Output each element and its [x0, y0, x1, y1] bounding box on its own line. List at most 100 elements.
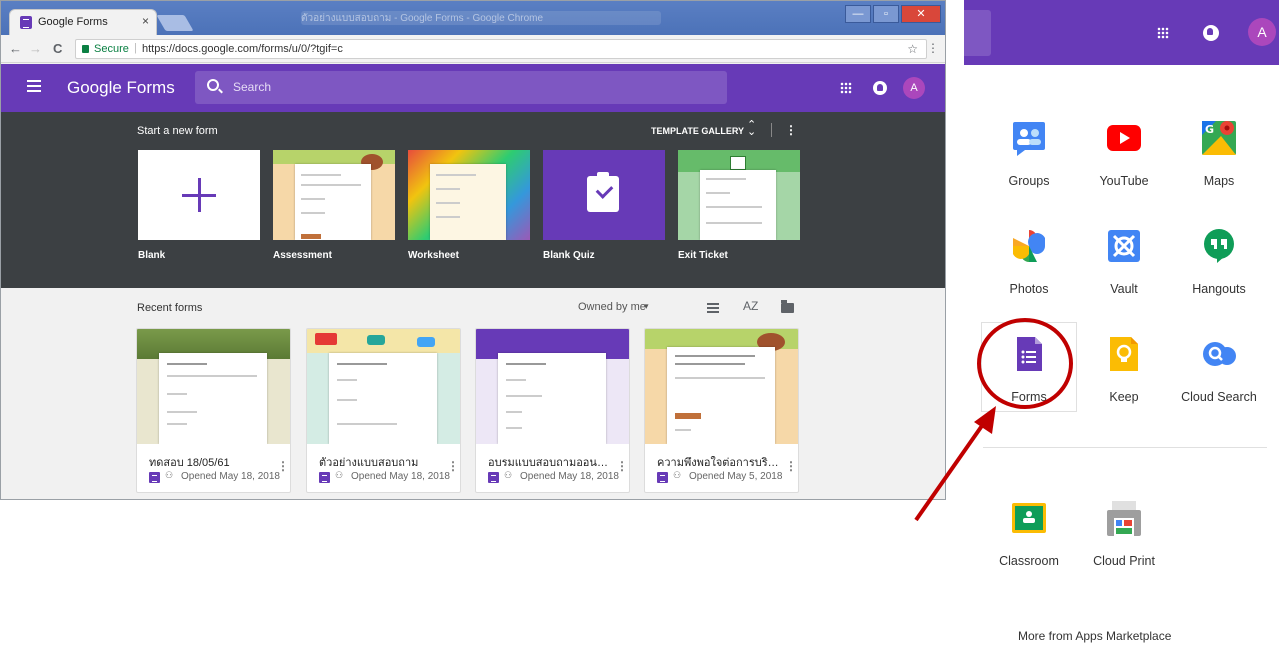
list-view-icon[interactable] — [707, 303, 719, 313]
form-title: อบรมแบบสอบถามออนไลน์ ... — [488, 457, 613, 469]
bookmark-star-icon[interactable]: ☆ — [907, 42, 918, 56]
app-label: Hangouts — [1192, 282, 1246, 296]
template-blank[interactable] — [138, 150, 260, 240]
shared-people-icon: ⚇ — [504, 470, 513, 480]
app-youtube[interactable]: YouTube — [1079, 120, 1169, 192]
app-label: Keep — [1109, 390, 1139, 404]
template-gallery-button[interactable]: TEMPLATE GALLERY — [651, 126, 744, 136]
app-label: Classroom — [999, 554, 1059, 568]
template-name: Worksheet — [408, 250, 459, 261]
panel-divider — [983, 447, 1267, 448]
app-photos[interactable]: Photos — [984, 228, 1074, 300]
template-blank-quiz[interactable] — [543, 150, 665, 240]
app-label: Maps — [1203, 174, 1235, 188]
browser-tab[interactable]: Google Forms × — [9, 9, 157, 35]
sort-az-icon[interactable]: AZ — [743, 299, 758, 313]
start-new-form-label: Start a new form — [137, 125, 218, 137]
cloud-search-icon — [1203, 342, 1236, 366]
search-icon — [207, 79, 219, 91]
url-text: https://docs.google.com/forms/u/0/?tgif=… — [142, 43, 343, 55]
template-exit-ticket[interactable] — [678, 150, 800, 240]
form-opened-date: Opened May 18, 2018 — [520, 471, 619, 482]
tab-title: Google Forms — [38, 16, 108, 28]
apps-grid-icon[interactable] — [1157, 27, 1169, 39]
shared-people-icon: ⚇ — [335, 470, 344, 480]
main-menu-icon[interactable] — [27, 80, 41, 92]
app-cloud-search[interactable]: Cloud Search — [1174, 336, 1264, 408]
notifications-icon[interactable] — [1203, 25, 1219, 41]
dropdown-caret-icon[interactable]: ▾ — [644, 301, 649, 312]
search-placeholder: Search — [233, 80, 272, 94]
annotation-arrow — [914, 406, 996, 522]
card-more-icon[interactable]: ⋮ — [616, 459, 628, 473]
groups-icon — [1013, 122, 1045, 156]
card-more-icon[interactable]: ⋮ — [277, 459, 289, 473]
browser-menu-icon[interactable]: ⋮ — [927, 41, 939, 55]
app-label: YouTube — [1099, 174, 1149, 188]
url-field[interactable]: Secure | https://docs.google.com/forms/u… — [75, 39, 927, 59]
keep-icon — [1110, 337, 1138, 371]
youtube-icon — [1107, 125, 1141, 151]
template-assessment[interactable] — [273, 150, 395, 240]
photos-icon — [1013, 230, 1045, 262]
card-more-icon[interactable]: ⋮ — [785, 459, 797, 473]
folder-icon[interactable] — [781, 300, 794, 313]
form-card[interactable]: ตัวอย่างแบบสอบถาม ⚇ Opened May 18, 2018 … — [306, 328, 461, 493]
more-apps-link[interactable]: More from Apps Marketplace — [1018, 629, 1171, 643]
app-title: Google Forms — [67, 78, 175, 97]
back-arrow-icon[interactable]: ← — [9, 41, 22, 56]
template-name: Blank — [138, 250, 166, 261]
classroom-icon — [1012, 503, 1046, 533]
expand-chevron-icon[interactable]: ⌃ ⌄ — [747, 120, 756, 138]
search-input[interactable]: Search — [195, 71, 727, 104]
app-vault[interactable]: Vault — [1079, 228, 1169, 300]
app-label: Cloud Search — [1181, 390, 1257, 404]
forward-arrow-icon[interactable]: → — [29, 41, 42, 56]
app-label: Vault — [1110, 282, 1138, 296]
panel-search-field[interactable] — [964, 10, 991, 56]
template-name: Exit Ticket — [678, 250, 728, 261]
forms-header: Google Forms Search A — [1, 64, 945, 112]
panel-header: A — [964, 0, 1279, 65]
form-card[interactable]: ความพึงพอใจต่อการบริการ ... ⚇ Opened May… — [644, 328, 799, 493]
form-card[interactable]: อบรมแบบสอบถามออนไลน์ ... ⚇ Opened May 18… — [475, 328, 630, 493]
forms-file-icon — [149, 472, 160, 483]
app-keep[interactable]: Keep — [1079, 336, 1169, 408]
window-controls: — ▫ ✕ — [845, 5, 941, 25]
recent-forms-section: Recent forms Owned by me ▾ AZ ทดสอบ 18/0… — [1, 288, 945, 499]
forms-favicon-icon — [20, 16, 32, 29]
plus-icon — [182, 178, 216, 212]
shared-people-icon: ⚇ — [165, 470, 174, 480]
new-tab-button[interactable] — [156, 15, 194, 31]
address-bar: ← → C Secure | https://docs.google.com/f… — [1, 35, 945, 63]
form-title: ความพึงพอใจต่อการบริการ ... — [657, 457, 782, 469]
avatar[interactable]: A — [1248, 18, 1276, 46]
maximize-button[interactable]: ▫ — [873, 5, 899, 23]
title-bar: Google Forms × ตัวอย่างแบบสอบถาม - Googl… — [1, 1, 945, 35]
close-window-button[interactable]: ✕ — [901, 5, 941, 23]
app-hangouts[interactable]: Hangouts — [1174, 228, 1264, 300]
app-cloud-print[interactable]: Cloud Print — [1079, 500, 1169, 572]
tab-close-icon[interactable]: × — [142, 14, 149, 28]
apps-grid-icon[interactable] — [840, 82, 852, 94]
minimize-button[interactable]: — — [845, 5, 871, 23]
app-groups[interactable]: Groups — [984, 120, 1074, 192]
secure-label: Secure — [94, 43, 129, 55]
form-opened-date: Opened May 5, 2018 — [689, 471, 783, 482]
more-vert-icon[interactable]: ⋮ — [785, 123, 797, 137]
template-worksheet[interactable] — [408, 150, 530, 240]
forms-file-icon — [488, 472, 499, 483]
forms-file-icon — [657, 472, 668, 483]
hangouts-icon — [1204, 229, 1234, 263]
card-more-icon[interactable]: ⋮ — [447, 459, 459, 473]
form-opened-date: Opened May 18, 2018 — [351, 471, 450, 482]
reload-icon[interactable]: C — [53, 41, 62, 56]
quiz-clipboard-icon — [587, 172, 619, 212]
form-card[interactable]: ทดสอบ 18/05/61 ⚇ Opened May 18, 2018 ⋮ — [136, 328, 291, 493]
owned-by-dropdown[interactable]: Owned by me — [578, 301, 646, 313]
notifications-icon[interactable] — [873, 81, 887, 95]
window-title: ตัวอย่างแบบสอบถาม - Google Forms - Googl… — [301, 11, 661, 25]
app-maps[interactable]: G Maps — [1174, 120, 1264, 192]
form-title: ทดสอบ 18/05/61 — [149, 457, 230, 469]
avatar[interactable]: A — [903, 77, 925, 99]
